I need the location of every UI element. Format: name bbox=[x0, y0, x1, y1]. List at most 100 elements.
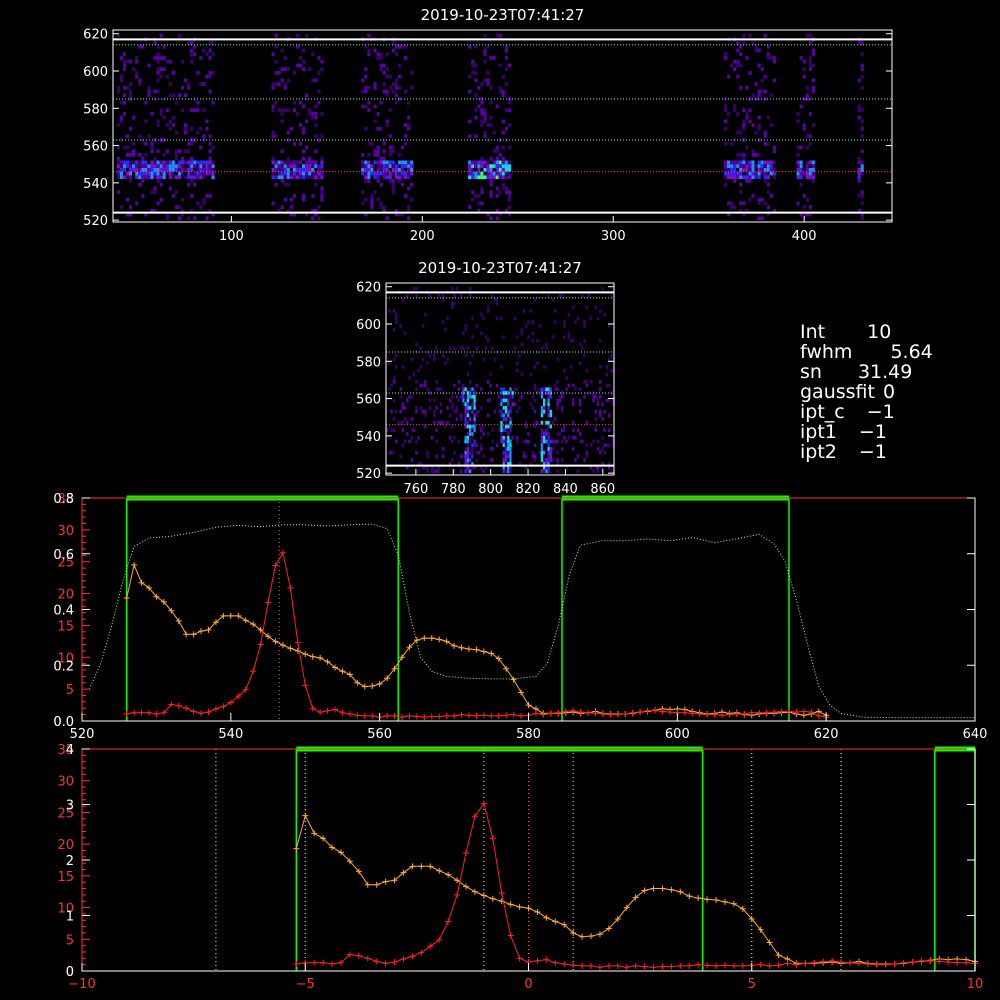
heatmap-1-pixel bbox=[159, 112, 163, 116]
heatmap-1-pixel bbox=[474, 93, 478, 98]
heatmap-1-pixel bbox=[280, 175, 284, 180]
spectrum-plot-point-red bbox=[577, 709, 584, 716]
heatmap-2-pixel bbox=[603, 312, 606, 317]
heatmap-1-pixel bbox=[733, 160, 737, 165]
profile-plot-point-red bbox=[409, 953, 416, 960]
heatmap-2-pixel bbox=[509, 443, 512, 448]
heatmap-1-pixel bbox=[147, 63, 151, 68]
spectrum-plot-point-orange bbox=[436, 636, 443, 643]
heatmap-1-pixel bbox=[410, 171, 414, 176]
heatmap-1-pixel bbox=[144, 160, 148, 165]
heatmap-2-pixel bbox=[446, 357, 449, 362]
heatmap-1-pixel bbox=[796, 201, 800, 206]
heatmap-1-pixel bbox=[361, 153, 365, 157]
heatmap-1-pixel bbox=[125, 197, 130, 202]
heatmap-1-pixel bbox=[271, 104, 275, 109]
heatmap-1-pixel bbox=[208, 89, 212, 94]
heatmap-1-pixel bbox=[388, 153, 392, 157]
heatmap-1-pixel bbox=[302, 175, 306, 180]
profile-plot-point-red bbox=[534, 957, 541, 964]
heatmap-1-pixel bbox=[171, 115, 175, 120]
heatmap-1-pixel bbox=[289, 197, 293, 202]
heatmap-1-pixel bbox=[202, 175, 206, 180]
profile-plot-point-orange bbox=[721, 898, 728, 905]
heatmap-1-pixel bbox=[385, 160, 389, 165]
heatmap-1-pixel bbox=[477, 104, 481, 109]
heatmap-1-pixel bbox=[498, 153, 502, 157]
heatmap-1-pixel bbox=[400, 44, 404, 49]
heatmap-1-pixel bbox=[723, 182, 728, 187]
heatmap-1-pixel bbox=[733, 164, 737, 168]
heatmap-2-pixel bbox=[426, 469, 429, 474]
heatmap-1-pixel bbox=[376, 167, 380, 172]
spectrum-plot-point-red bbox=[473, 712, 480, 719]
heatmap-1-pixel bbox=[736, 74, 740, 79]
heatmap-2-pixel bbox=[608, 383, 611, 388]
heatmap-1-pixel bbox=[388, 85, 392, 90]
heatmap-1-pixel bbox=[507, 160, 511, 165]
heatmap-1-pixel bbox=[760, 171, 764, 176]
heatmap-2-pixel bbox=[540, 409, 543, 414]
heatmap-1-pixel bbox=[760, 216, 764, 221]
heatmap-2-pixel bbox=[545, 342, 548, 347]
heatmap-1-pixel bbox=[274, 164, 278, 168]
heatmap-2-pixel bbox=[520, 331, 523, 336]
heatmap-1-pixel bbox=[283, 197, 287, 202]
heatmap-1-pixel bbox=[376, 179, 380, 183]
heatmap-2-pixel bbox=[471, 435, 474, 440]
heatmap-1-pixel bbox=[391, 41, 395, 45]
heatmap-1-pixel bbox=[772, 160, 776, 165]
spectrum-plot-point-orange bbox=[287, 645, 294, 652]
heatmap-1-pixel bbox=[468, 89, 472, 94]
heatmap-2-pixel bbox=[477, 409, 481, 414]
heatmap-1-pixel bbox=[171, 160, 175, 165]
profile-plot-point-orange bbox=[364, 881, 371, 888]
heatmap-2-pixel bbox=[453, 383, 456, 388]
spectrum-plot-point-red bbox=[465, 712, 472, 719]
heatmap-1-pixel bbox=[805, 33, 809, 38]
heatmap-1-pixel bbox=[138, 182, 142, 187]
profile-plot-point-orange bbox=[373, 881, 380, 888]
heatmap-1-pixel bbox=[364, 85, 368, 90]
heatmap-2-pixel bbox=[388, 387, 391, 392]
heatmap-2-pixel bbox=[594, 409, 597, 414]
heatmap-1-pixel bbox=[474, 108, 478, 113]
heatmap-1-pixel bbox=[388, 149, 392, 154]
heatmap-2-pixel bbox=[610, 294, 613, 298]
profile-plot-xtick-label: 0 bbox=[524, 977, 532, 992]
heatmap-2-pixel bbox=[424, 424, 427, 429]
heatmap-1-pixel bbox=[796, 160, 800, 165]
heatmap-1-pixel bbox=[723, 141, 728, 146]
profile-plot-point-red bbox=[891, 961, 898, 968]
heatmap-2-pixel bbox=[545, 420, 548, 425]
spectrum-plot-point-red bbox=[131, 709, 138, 716]
heatmap-1-pixel bbox=[125, 171, 130, 176]
heatmap-1-pixel bbox=[727, 74, 731, 79]
heatmap-1-pixel bbox=[187, 216, 191, 221]
heatmap-1-pixel bbox=[504, 48, 508, 53]
heatmap-1-pixel bbox=[471, 167, 475, 172]
heatmap-2-pixel bbox=[516, 409, 519, 414]
heatmap-1-pixel bbox=[808, 171, 812, 176]
heatmap-2-pixel bbox=[540, 469, 543, 474]
heatmap-1-pixel bbox=[208, 160, 212, 165]
heatmap-1-pixel bbox=[364, 44, 368, 49]
heatmap-1-pixel bbox=[760, 160, 764, 165]
heatmap-2-pixel bbox=[415, 406, 418, 410]
heatmap-2-pixel bbox=[551, 458, 555, 462]
heatmap-2-pixel bbox=[554, 439, 557, 444]
heatmap-1-pixel bbox=[471, 71, 475, 75]
heatmap-1-pixel bbox=[286, 175, 290, 180]
heatmap-1-pixel bbox=[382, 141, 386, 146]
heatmap-2-pixel bbox=[534, 297, 537, 302]
heatmap-2-pixel bbox=[466, 402, 469, 407]
heatmap-1-pixel bbox=[280, 119, 284, 124]
heatmap-2-pixel bbox=[540, 406, 543, 410]
heatmap-1-pixel bbox=[388, 108, 392, 113]
heatmap-2-pixel bbox=[415, 294, 418, 298]
heatmap-2-pixel bbox=[460, 413, 463, 418]
heatmap-1-pixel bbox=[480, 160, 484, 165]
heatmap-2-pixel bbox=[401, 420, 404, 425]
heatmap-1-pixel bbox=[361, 104, 365, 109]
heatmap-2-pixel bbox=[590, 379, 593, 384]
